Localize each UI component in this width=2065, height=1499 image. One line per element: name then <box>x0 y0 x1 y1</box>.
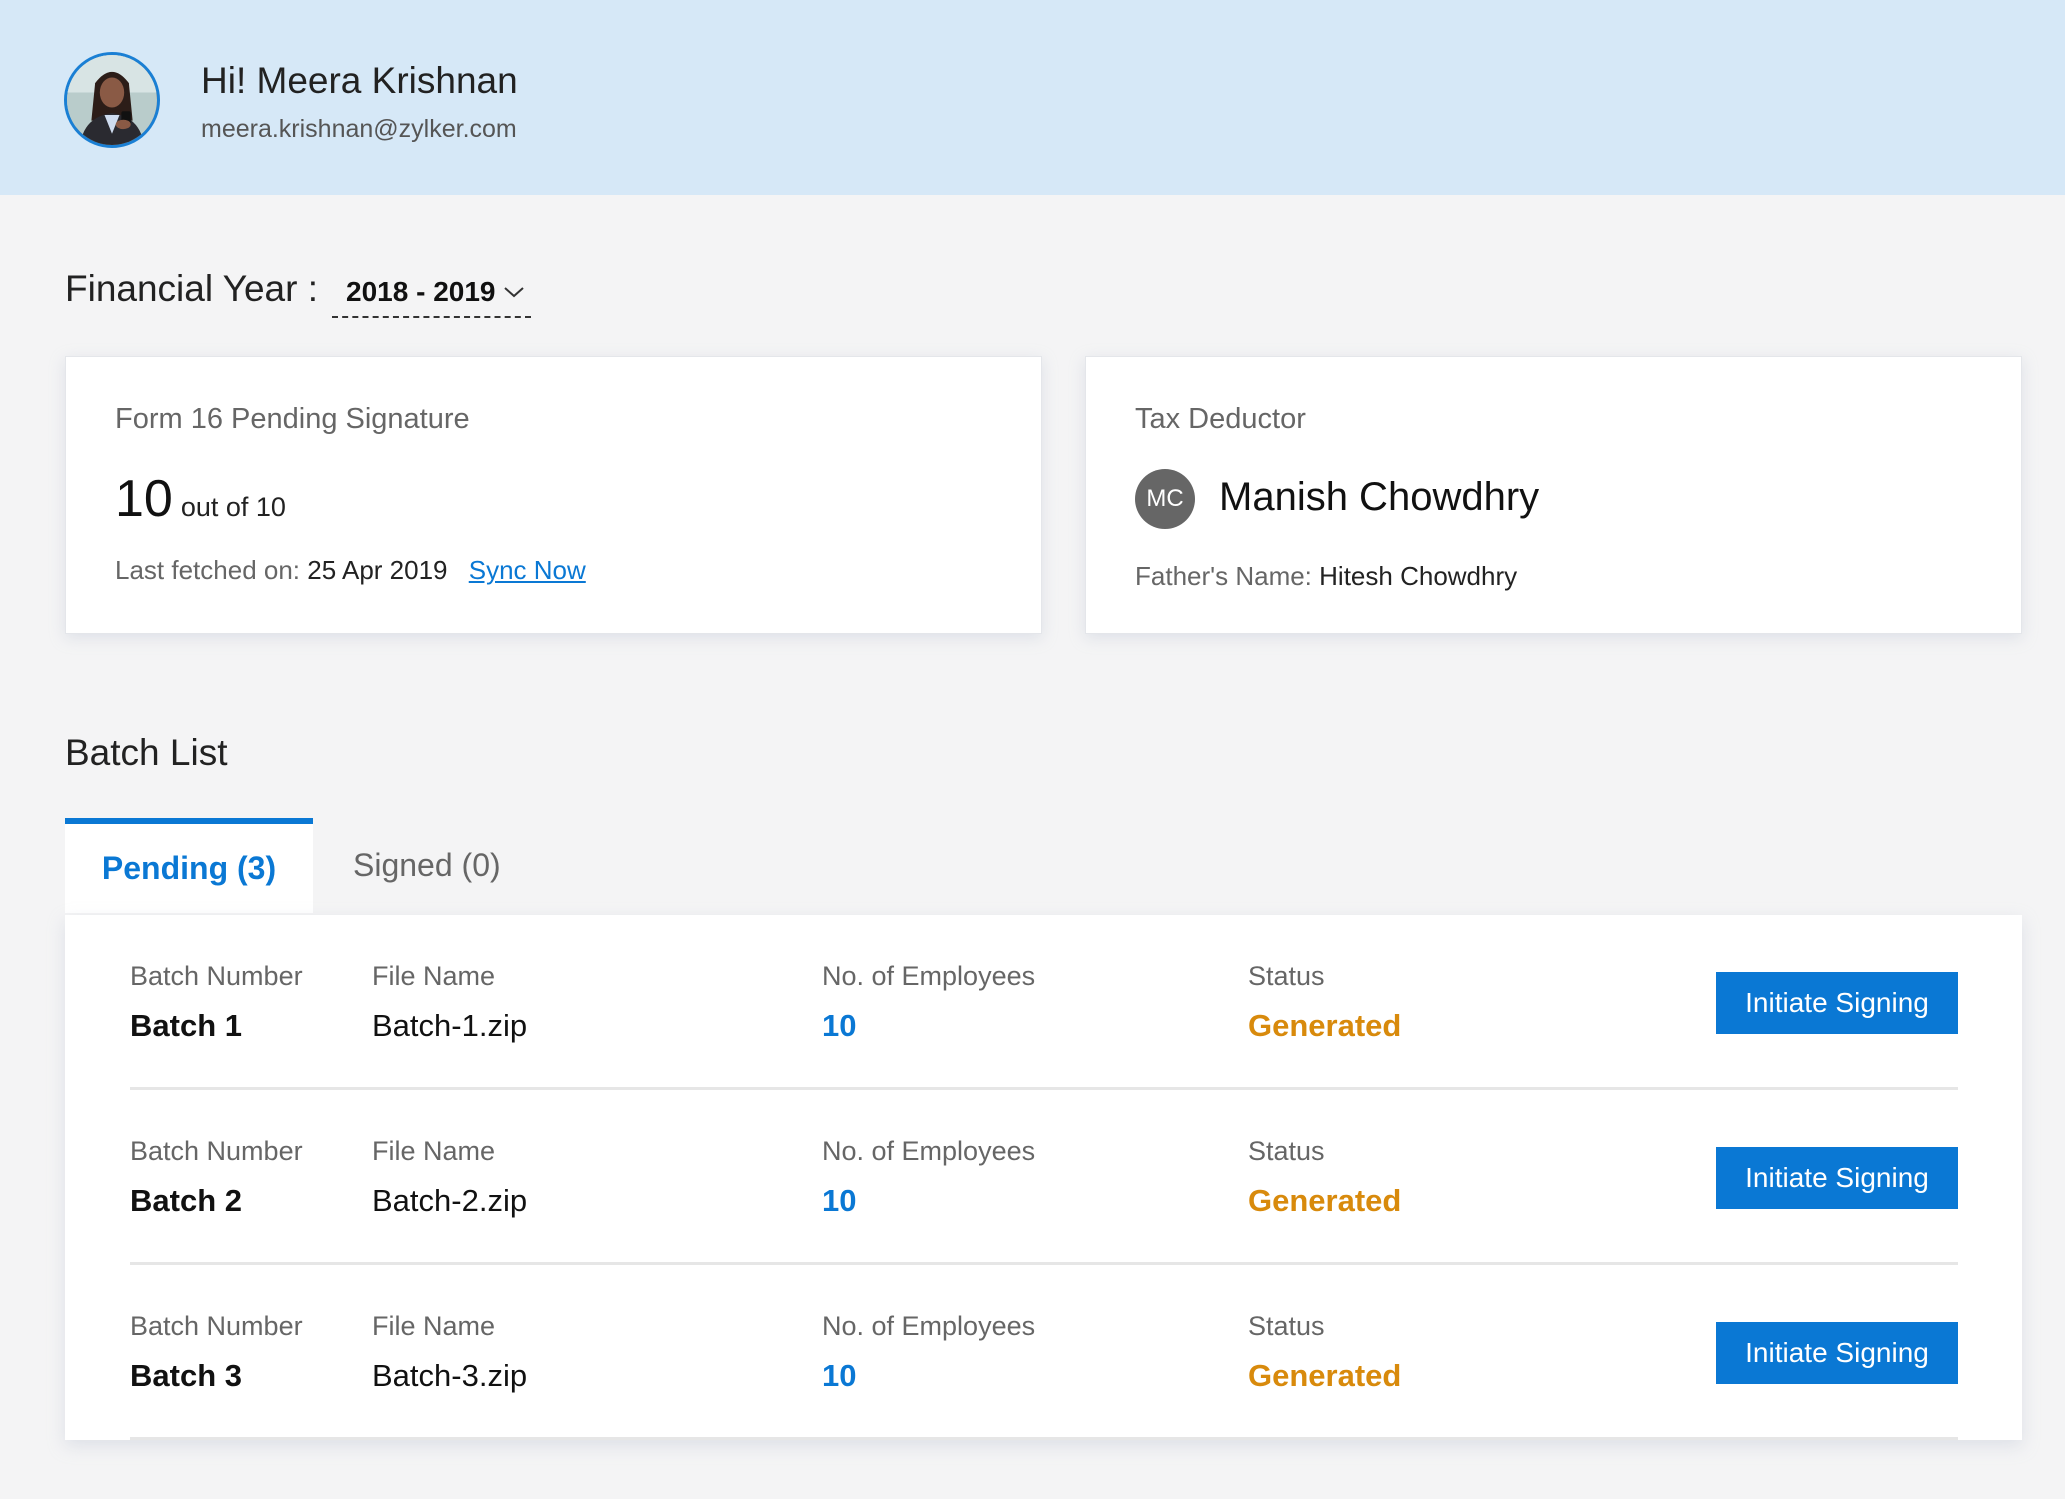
batch-number: Batch 3 <box>130 1358 242 1393</box>
last-fetched-label: Last fetched on: <box>115 555 301 585</box>
user-email: meera.krishnan@zylker.com <box>201 115 517 143</box>
initiate-signing-button[interactable]: Initiate Signing <box>1716 1147 1958 1209</box>
profile-header: Hi! Meera Krishnan meera.krishnan@zylker… <box>0 0 2065 195</box>
pending-count-value: 10 <box>115 470 173 528</box>
father-name-label: Father's Name: <box>1135 561 1312 591</box>
last-fetched-date: 25 Apr 2019 <box>307 555 448 585</box>
file-name: Batch-2.zip <box>372 1183 528 1218</box>
financial-year-filter: Financial Year : 2018 - 2019 <box>65 268 532 318</box>
file-name-header: File Name <box>372 1136 496 1166</box>
pending-card-title: Form 16 Pending Signature <box>115 403 470 435</box>
batch-table: Batch Number Batch 1 File Name Batch-1.zip… <box>65 915 2022 1440</box>
table-row: Batch Number Batch 3 File Name Batch-3.zip… <box>130 1265 1958 1440</box>
status-badge: Generated <box>1248 1183 1402 1218</box>
employees-header: No. of Employees <box>822 1311 1036 1341</box>
file-name: Batch-1.zip <box>372 1008 528 1043</box>
batch-number-header: Batch Number <box>130 1311 303 1341</box>
tab-pending[interactable]: Pending (3) <box>65 818 313 913</box>
person-photo-icon <box>67 55 157 145</box>
initiate-signing-button[interactable]: Initiate Signing <box>1716 1322 1958 1384</box>
deductor-card-title: Tax Deductor <box>1135 403 1306 435</box>
status-badge: Generated <box>1248 1008 1402 1043</box>
pending-count-total: out of 10 <box>180 492 286 522</box>
user-avatar-icon[interactable] <box>64 52 160 148</box>
financial-year-label: Financial Year : <box>65 268 319 309</box>
father-name-value: Hitesh Chowdhry <box>1319 561 1518 591</box>
financial-year-dropdown[interactable]: 2018 - 2019 <box>332 276 532 318</box>
status-header: Status <box>1248 961 1325 991</box>
pending-signature-card: Form 16 Pending Signature 10 out of 10 L… <box>65 356 1042 634</box>
employee-count[interactable]: 10 <box>822 1358 1035 1394</box>
employees-header: No. of Employees <box>822 1136 1036 1166</box>
father-name: Father's Name: Hitesh Chowdhry <box>1135 561 1517 592</box>
employee-count[interactable]: 10 <box>822 1008 1035 1044</box>
batch-number: Batch 2 <box>130 1183 242 1218</box>
batch-number: Batch 1 <box>130 1008 242 1043</box>
deductor-name: Manish Chowdhry <box>1219 475 1540 519</box>
table-row: Batch Number Batch 2 File Name Batch-2.zip… <box>130 1090 1958 1265</box>
initiate-signing-button[interactable]: Initiate Signing <box>1716 972 1958 1034</box>
status-header: Status <box>1248 1311 1325 1341</box>
batch-number-header: Batch Number <box>130 1136 303 1166</box>
status-header: Status <box>1248 1136 1325 1166</box>
file-name: Batch-3.zip <box>372 1358 528 1393</box>
status-badge: Generated <box>1248 1358 1402 1393</box>
table-row: Batch Number Batch 1 File Name Batch-1.zip… <box>130 915 1958 1090</box>
employee-count[interactable]: 10 <box>822 1183 1035 1219</box>
batch-number-header: Batch Number <box>130 961 303 991</box>
financial-year-value: 2018 - 2019 <box>346 276 496 307</box>
deductor-initials-avatar: MC <box>1135 469 1195 529</box>
last-fetched: Last fetched on: 25 Apr 2019 Sync Now <box>115 555 586 586</box>
pending-count: 10 out of 10 <box>115 469 286 529</box>
file-name-header: File Name <box>372 961 496 991</box>
employees-header: No. of Employees <box>822 961 1036 991</box>
tab-signed[interactable]: Signed (0) <box>313 818 501 913</box>
chevron-down-icon <box>504 287 525 298</box>
batch-tabs: Pending (3) Signed (0) <box>65 818 501 913</box>
sync-now-link[interactable]: Sync Now <box>469 555 586 585</box>
file-name-header: File Name <box>372 1311 496 1341</box>
batch-list-title: Batch List <box>65 732 228 773</box>
tax-deductor-card: Tax Deductor MC Manish Chowdhry Father's… <box>1085 356 2022 634</box>
greeting-text: Hi! Meera Krishnan <box>201 60 518 101</box>
